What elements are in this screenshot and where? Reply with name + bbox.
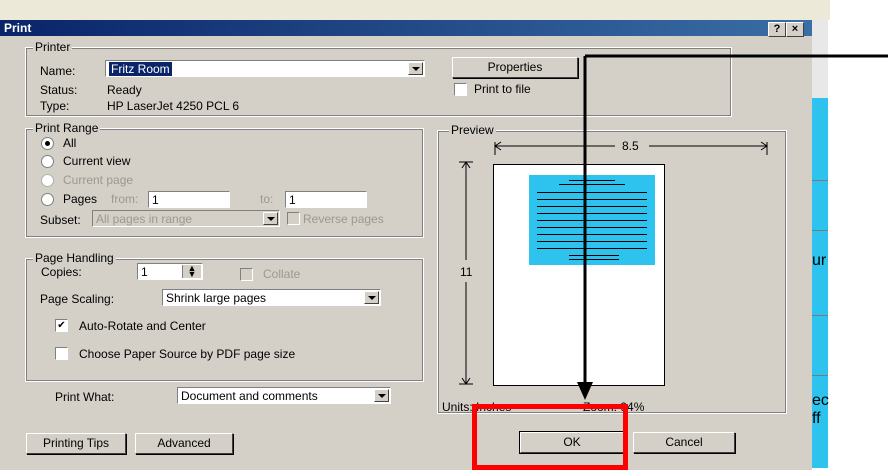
background-toolbar bbox=[0, 0, 830, 20]
radio-all[interactable] bbox=[41, 137, 54, 150]
print-what-value: Document and comments bbox=[181, 389, 318, 403]
collate-label: Collate bbox=[263, 267, 301, 281]
help-button[interactable]: ? bbox=[768, 22, 786, 37]
background-text: ff bbox=[812, 410, 821, 427]
properties-button[interactable]: Properties bbox=[452, 57, 578, 78]
radio-current-view-label: Current view bbox=[63, 154, 131, 168]
title-bar bbox=[0, 20, 812, 36]
page-scaling-label: Page Scaling: bbox=[40, 292, 115, 306]
print-what-select[interactable]: Document and comments bbox=[177, 387, 391, 404]
paper-source-checkbox[interactable] bbox=[55, 347, 68, 360]
highlight-box bbox=[472, 404, 628, 470]
copies-label: Copies: bbox=[41, 265, 82, 279]
printer-name-value: Fritz Room bbox=[109, 62, 172, 76]
subset-select[interactable]: All pages in range bbox=[92, 210, 280, 227]
page-scaling-select[interactable]: Shrink large pages bbox=[162, 289, 381, 306]
radio-current-page[interactable] bbox=[41, 174, 54, 187]
chevron-down-icon[interactable] bbox=[408, 62, 423, 75]
chevron-down-icon[interactable] bbox=[263, 212, 278, 225]
dialog-title: Print bbox=[4, 21, 32, 35]
printer-group-label: Printer bbox=[33, 40, 73, 54]
type-value: HP LaserJet 4250 PCL 6 bbox=[107, 99, 240, 113]
name-label: Name: bbox=[40, 64, 76, 78]
cancel-button[interactable]: Cancel bbox=[633, 432, 735, 453]
print-to-file-label: Print to file bbox=[474, 82, 531, 96]
copies-stepper[interactable]: 1 ▲ ▼ bbox=[137, 263, 203, 280]
print-to-file-checkbox[interactable] bbox=[454, 83, 467, 96]
printing-tips-button[interactable]: Printing Tips bbox=[26, 433, 126, 454]
auto-rotate-label: Auto-Rotate and Center bbox=[79, 319, 206, 333]
status-label: Status: bbox=[40, 83, 78, 97]
advanced-button[interactable]: Advanced bbox=[135, 433, 233, 454]
radio-current-page-label: Current page bbox=[63, 173, 134, 187]
paper-source-label: Choose Paper Source by PDF page size bbox=[79, 347, 296, 361]
to-label: to: bbox=[260, 192, 274, 206]
from-input[interactable]: 1 bbox=[148, 191, 230, 208]
chevron-down-icon[interactable] bbox=[364, 291, 379, 304]
printer-name-select[interactable]: Fritz Room bbox=[105, 60, 425, 77]
radio-current-view[interactable] bbox=[41, 155, 54, 168]
to-input[interactable]: 1 bbox=[285, 191, 367, 208]
print-what-label: Print What: bbox=[55, 390, 115, 404]
auto-rotate-checkbox[interactable]: ✔ bbox=[55, 319, 68, 332]
reverse-pages-checkbox[interactable] bbox=[287, 212, 300, 225]
radio-pages[interactable] bbox=[41, 193, 54, 206]
collate-checkbox[interactable] bbox=[240, 268, 253, 281]
spinner-icon[interactable]: ▲ ▼ bbox=[182, 264, 201, 279]
to-value: 1 bbox=[289, 193, 296, 207]
status-value: Ready bbox=[107, 83, 142, 97]
preview-height-label: 11 bbox=[460, 265, 473, 279]
page-handling-group-label: Page Handling bbox=[33, 251, 116, 265]
subset-label: Subset: bbox=[40, 213, 81, 227]
subset-value: All pages in range bbox=[96, 212, 193, 226]
reverse-pages-label: Reverse pages bbox=[303, 212, 384, 226]
from-value: 1 bbox=[152, 193, 159, 207]
radio-all-label: All bbox=[63, 136, 77, 150]
annotation-arrow bbox=[577, 54, 888, 400]
radio-pages-label: Pages bbox=[63, 192, 98, 206]
type-label: Type: bbox=[40, 99, 70, 113]
copies-value: 1 bbox=[141, 265, 148, 279]
from-label: from: bbox=[111, 192, 139, 206]
page-scaling-value: Shrink large pages bbox=[166, 291, 267, 305]
chevron-down-icon[interactable] bbox=[374, 389, 389, 402]
close-button[interactable]: × bbox=[786, 22, 804, 37]
print-range-group-label: Print Range bbox=[33, 121, 101, 135]
